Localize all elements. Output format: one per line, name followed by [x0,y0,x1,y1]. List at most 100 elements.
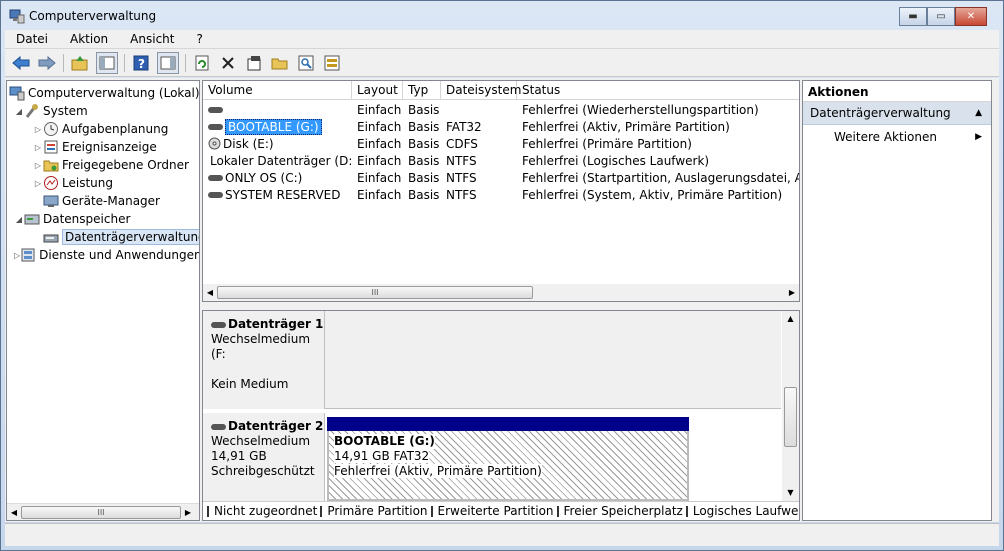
scroll-left-arrow-icon[interactable]: ◀ [7,508,21,517]
cell-dateisystem: CDFS [446,136,478,151]
actions-section-datentraegerverwaltung[interactable]: Datenträgerverwaltung ▲ [803,102,991,125]
column-header-volume[interactable]: Volume [203,81,352,99]
disk-2-title: Datenträger 2 [228,419,324,433]
menu-ansicht[interactable]: Ansicht [119,32,185,46]
tree-item-system[interactable]: ◢ System [7,102,199,120]
tree-item-geraete-manager[interactable]: Geräte-Manager [7,192,199,210]
minimize-button[interactable]: ▬ [899,7,927,26]
expand-arrow-icon[interactable]: ▷ [33,143,43,152]
cell-status: Fehlerfrei (Wiederherstellungspartition) [522,102,759,117]
cell-dateisystem: NTFS [446,187,477,202]
open-folder-icon[interactable] [270,53,290,73]
show-hide-action-pane-icon[interactable] [157,51,179,74]
collapse-arrow-icon[interactable]: ◢ [14,107,24,116]
close-button[interactable]: ✕ [955,7,987,26]
tree-label-root: Computerverwaltung (Lokal) [28,86,200,100]
scroll-right-arrow-icon[interactable]: ▶ [181,508,195,517]
column-header-layout[interactable]: Layout [352,81,403,99]
cell-status: Fehlerfrei (Primäre Partition) [522,136,692,151]
tree-scroll-thumb[interactable]: III [21,505,181,519]
disk-1-partition-area [325,311,781,409]
svg-text:?: ? [138,57,145,71]
delete-icon[interactable] [218,53,238,73]
table-row[interactable]: SYSTEM RESERVED Einfach Basis NTFS Fehle… [203,186,799,203]
status-bar [5,523,999,546]
main-content: Computerverwaltung (Lokal) ◢ System ▷ Au… [5,78,999,522]
disk-1-label[interactable]: Datenträger 1 Wechselmedium (F: Kein Med… [203,311,325,409]
tree-item-dienste[interactable]: ▷ Dienste und Anwendungen [7,246,199,264]
cell-typ: Basis [408,102,440,117]
action-weitere-aktionen[interactable]: Weitere Aktionen ▶ [803,125,991,148]
legend-swatch-extended [430,505,433,517]
volume-scroll-thumb[interactable]: III [217,286,533,299]
column-header-typ[interactable]: Typ [403,81,441,99]
cell-typ: Basis [408,153,440,168]
table-row[interactable]: Disk (E:) Einfach Basis CDFS Fehlerfrei … [203,135,799,152]
column-header-dateisystem[interactable]: Dateisystem [441,81,521,99]
scroll-down-arrow-icon[interactable]: ▼ [782,485,799,501]
menu-aktion[interactable]: Aktion [59,32,119,46]
table-row[interactable]: Einfach Basis Fehlerfrei (Wiederherstell… [203,101,799,118]
disk-view-vertical-scrollbar[interactable]: ▲ ▼ [782,311,799,501]
scroll-left-arrow-icon[interactable]: ◀ [203,288,217,297]
cell-layout: Einfach [357,153,402,168]
tree-item-datenspeicher[interactable]: ◢ Datenspeicher [7,210,199,228]
tree-item-datentraegerverwaltung[interactable]: Datenträgerverwaltung [7,228,199,246]
volume-icon [208,123,223,130]
back-arrow-icon[interactable] [11,53,31,73]
collapse-up-arrow-icon[interactable]: ▲ [975,108,982,118]
expand-arrow-icon[interactable]: ▷ [33,179,43,188]
menu-datei[interactable]: Datei [5,32,59,46]
column-header-status[interactable]: Status [517,81,799,99]
tree-label-datentraegerverwaltung: Datenträgerverwaltung [62,229,199,245]
collapse-arrow-icon[interactable]: ◢ [14,215,24,224]
properties-icon[interactable] [244,53,264,73]
legend-swatch-primary [320,505,323,517]
forward-arrow-icon[interactable] [37,53,57,73]
maximize-button[interactable]: ▭ [927,7,955,26]
scroll-right-arrow-icon[interactable]: ▶ [785,288,799,297]
table-row[interactable]: ONLY OS (C:) Einfach Basis NTFS Fehlerfr… [203,169,799,186]
disk-view-scroll-thumb[interactable] [784,387,797,447]
partition-bootable[interactable]: BOOTABLE (G:) 14,91 GB FAT32 Fehlerfrei … [327,417,689,501]
computer-management-icon [9,8,25,24]
table-row[interactable]: Lokaler Datenträger (D:) Einfach Basis N… [203,152,799,169]
toolbar-separator [185,53,186,72]
toolbar-separator [63,53,64,72]
removable-drive-icon [211,423,226,430]
scroll-up-arrow-icon[interactable]: ▲ [782,311,799,327]
disk-settings-icon[interactable] [322,53,342,73]
performance-icon [43,175,59,191]
disk-2-size: 14,91 GB [211,449,267,463]
expand-arrow-icon[interactable]: ▷ [33,161,43,170]
refresh-icon[interactable] [192,53,212,73]
legend-unallocated: Nicht zugeordnet [214,504,318,518]
partition-status: Fehlerfrei (Aktiv, Primäre Partition) [334,464,542,478]
menu-help[interactable]: ? [185,32,213,46]
expand-arrow-icon[interactable]: ▷ [33,125,43,134]
search-icon[interactable] [296,53,316,73]
tree-item-leistung[interactable]: ▷ Leistung [7,174,199,192]
volume-list-horizontal-scrollbar[interactable]: ◀ III ▶ [203,284,799,301]
tree-horizontal-scrollbar[interactable]: ◀ III ▶ [7,503,199,520]
actions-pane: Aktionen Datenträgerverwaltung ▲ Weitere… [802,80,992,521]
cell-volume: Lokaler Datenträger (D:) [210,153,352,168]
navigation-tree: Computerverwaltung (Lokal) ◢ System ▷ Au… [6,80,200,521]
tree-label-datenspeicher: Datenspeicher [43,212,131,226]
submenu-arrow-icon: ▶ [975,131,982,142]
partition-size-fs: 14,91 GB FAT32 [334,449,430,463]
table-row[interactable]: BOOTABLE (G:) Einfach Basis FAT32 Fehler… [203,118,799,135]
tree-item-freigegebene-ordner[interactable]: ▷ Freigegebene Ordner [7,156,199,174]
action-weitere-aktionen-label: Weitere Aktionen [834,129,937,144]
tree-label-freigegebene-ordner: Freigegebene Ordner [62,158,189,172]
device-manager-icon [43,193,59,209]
tree-item-root[interactable]: Computerverwaltung (Lokal) [7,84,199,102]
up-folder-icon[interactable] [70,53,90,73]
disk-1-type: Wechselmedium (F: [211,332,311,361]
tree-item-ereignisanzeige[interactable]: ▷ Ereignisanzeige [7,138,199,156]
disk-2-label[interactable]: Datenträger 2 Wechselmedium 14,91 GB Sch… [203,413,325,501]
show-hide-tree-icon[interactable] [96,51,118,74]
tree-item-aufgabenplanung[interactable]: ▷ Aufgabenplanung [7,120,199,138]
help-icon[interactable]: ? [131,53,151,73]
title-bar[interactable]: Computerverwaltung ▬ ▭ ✕ [1,1,1003,30]
